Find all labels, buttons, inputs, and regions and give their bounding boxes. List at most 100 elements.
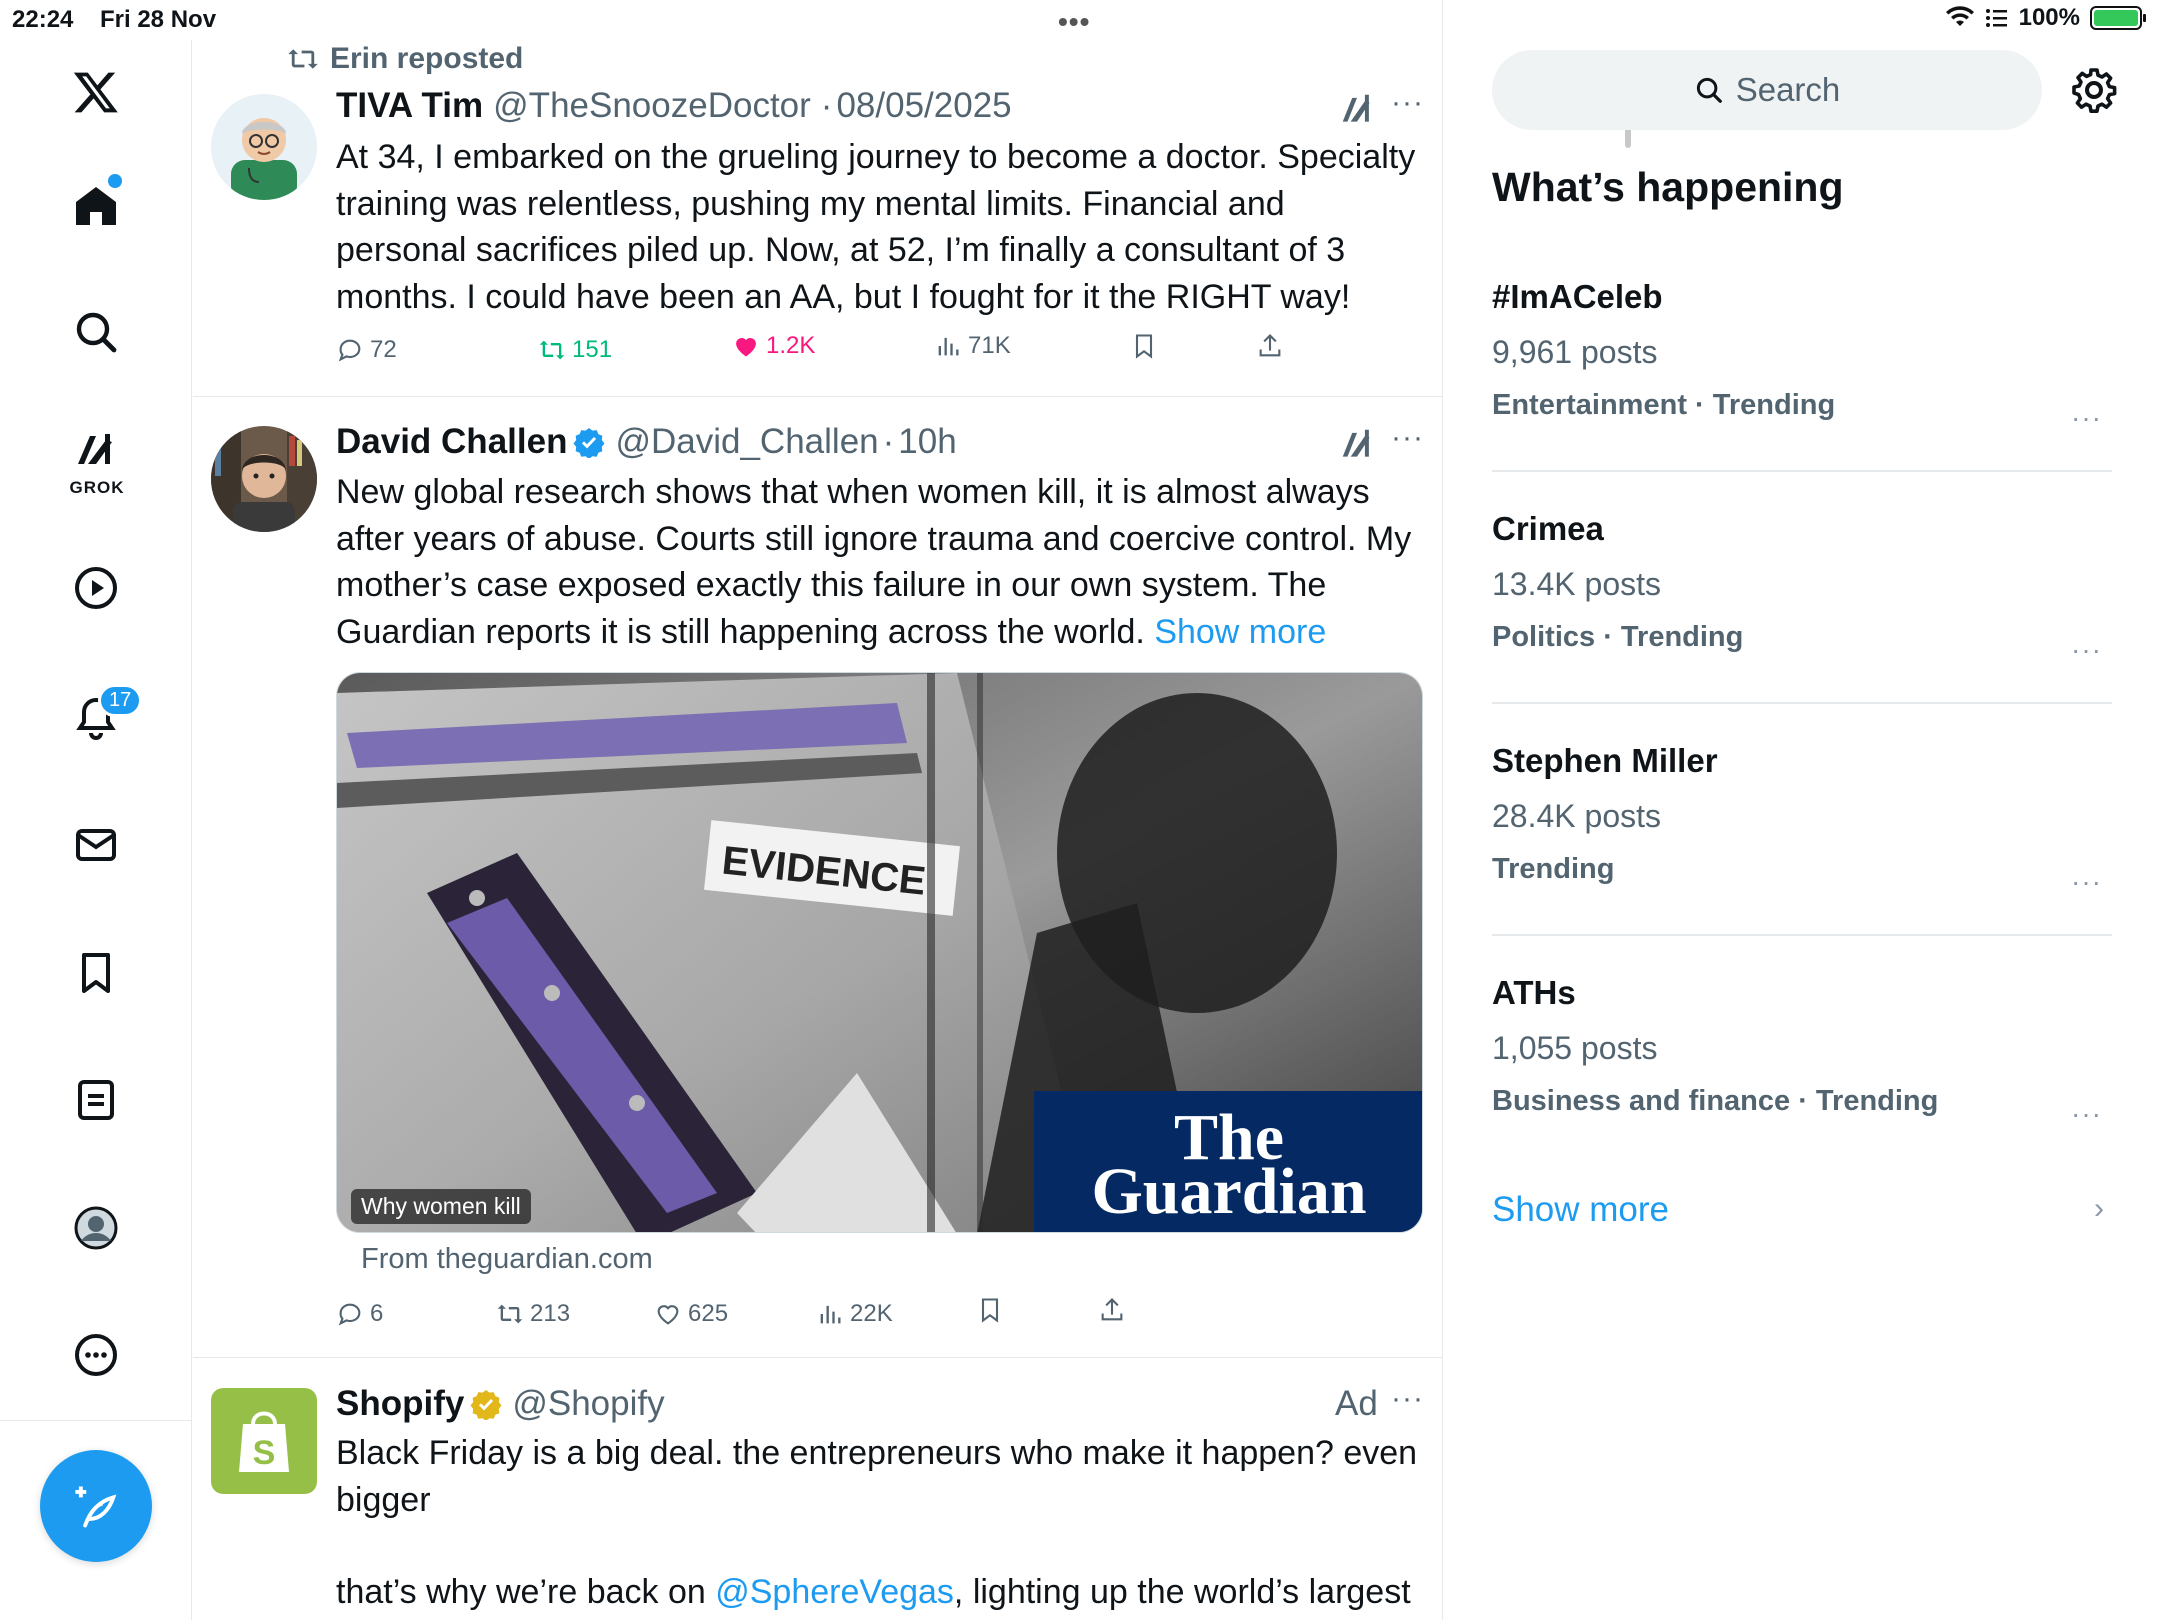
views-button[interactable]: 22K <box>816 1300 893 1328</box>
trend-more-icon[interactable]: ··· <box>2071 866 2102 898</box>
sidebar-title: What’s happening <box>1492 164 1844 210</box>
show-more-link[interactable]: Show more <box>1154 613 1326 651</box>
link-card-image[interactable]: EVIDENCE The Guardian Why women kill <box>336 672 1423 1233</box>
tweet-more-icon[interactable]: ··· <box>1391 1382 1424 1416</box>
trend-posts: 9,961 posts <box>1492 334 1658 370</box>
share-icon <box>1101 1298 1123 1321</box>
mention-link[interactable]: @SphereVegas <box>715 1573 954 1611</box>
share-button[interactable] <box>1256 332 1284 360</box>
lists-icon[interactable] <box>66 1070 126 1130</box>
author-name[interactable]: TIVA Tim <box>336 86 483 126</box>
trend-title: Stephen Miller <box>1492 742 1718 779</box>
reply-icon <box>338 339 361 362</box>
tweet-tiva-tim[interactable]: Erin reposted TIVA Tim @TheSnoozeDoctor … <box>193 0 1443 396</box>
search-icon <box>1696 77 1722 103</box>
tweet-header: Shopify @Shopify <box>336 1384 665 1424</box>
trend-item[interactable]: #ImACeleb 9,961 posts Entertainment · Tr… <box>1492 278 2112 474</box>
grok-explain-icon[interactable] <box>1338 90 1376 128</box>
author-handle[interactable]: @David_Challen <box>615 422 878 462</box>
trend-item[interactable]: ATHs 1,055 posts Business and finance · … <box>1492 974 2112 1170</box>
tweet-time[interactable]: 10h <box>898 422 956 462</box>
bookmark-button[interactable] <box>1130 332 1158 360</box>
repost-text: Erin reposted <box>330 42 524 75</box>
right-sidebar: Search What’s happening #ImACeleb 9,961 … <box>1444 40 2160 1620</box>
battery-icon <box>2090 6 2146 30</box>
tweet-shopify-ad[interactable]: S Shopify @Shopify Ad ··· Black Friday i… <box>193 1358 1443 1620</box>
tweet-actions: 6 213 625 22K <box>336 1298 1336 1340</box>
trend-more-icon[interactable]: ··· <box>2071 402 2102 434</box>
video-icon[interactable] <box>66 558 126 618</box>
link-card-title: Why women kill <box>351 1189 531 1224</box>
trend-item[interactable]: Crimea 13.4K posts Politics · Trending ·… <box>1492 510 2112 706</box>
trend-category: Politics · Trending <box>1492 621 1744 653</box>
share-button[interactable] <box>1098 1296 1126 1324</box>
author-handle[interactable]: @Shopify <box>512 1384 664 1424</box>
tweet-text-line2: that’s why we’re back on @SphereVegas, l… <box>336 1569 1421 1616</box>
repost-count: 213 <box>530 1300 571 1327</box>
trend-more-icon[interactable]: ··· <box>2071 634 2102 666</box>
trend-more-icon[interactable]: ··· <box>2071 1098 2102 1130</box>
status-time: 22:24 <box>12 6 74 33</box>
search-input[interactable]: Search <box>1492 50 2042 130</box>
x-logo-icon[interactable] <box>66 62 126 122</box>
verified-gold-badge-icon <box>470 1390 502 1420</box>
left-nav: GROK 17 <box>0 40 192 1620</box>
repost-button[interactable]: 213 <box>496 1300 570 1328</box>
trend-divider <box>1492 702 2112 704</box>
bookmark-button[interactable] <box>976 1296 1004 1324</box>
chevron-right-icon[interactable]: › <box>2094 1192 2104 1226</box>
repost-icon <box>539 340 565 360</box>
article-image: EVIDENCE The Guardian <box>337 673 1422 1232</box>
focus-list-icon <box>1985 9 2007 27</box>
trend-category: Entertainment · Trending <box>1492 389 1836 421</box>
reply-button[interactable]: 6 <box>336 1300 383 1328</box>
timeline: Erin reposted TIVA Tim @TheSnoozeDoctor … <box>193 0 1631 1620</box>
tweet-header: David Challen @David_Challen · 10h <box>336 422 957 462</box>
trend-item[interactable]: Stephen Miller 28.4K posts Trending ··· <box>1492 742 2112 938</box>
views-button[interactable]: 71K <box>934 332 1011 360</box>
compose-button[interactable] <box>40 1450 152 1562</box>
messages-icon[interactable] <box>66 815 126 875</box>
share-icon <box>1259 334 1281 357</box>
tweet-actions: 72 151 1.2K 71K <box>336 332 1336 376</box>
trend-title: Crimea <box>1492 510 1604 547</box>
search-icon[interactable] <box>66 302 126 362</box>
status-right: 100% <box>1945 4 2146 32</box>
more-icon[interactable] <box>66 1325 126 1385</box>
like-button[interactable]: 1.2K <box>732 332 815 360</box>
separator-dot: · <box>820 86 833 125</box>
grok-explain-icon[interactable] <box>1338 425 1376 463</box>
heart-icon <box>657 1305 679 1325</box>
trend-divider <box>1492 470 2112 472</box>
search-placeholder: Search <box>1735 71 1841 108</box>
trend-divider <box>1492 934 2112 936</box>
separator-dot: · <box>882 422 895 461</box>
tweet-more-icon[interactable]: ··· <box>1391 86 1424 120</box>
tweet-more-icon[interactable]: ··· <box>1391 421 1424 455</box>
settings-gear-icon[interactable] <box>2070 66 2118 114</box>
profile-icon[interactable] <box>66 1198 126 1258</box>
views-icon <box>820 1305 841 1324</box>
avatar-shopify[interactable]: S <box>211 1388 317 1494</box>
avatar-tiva-tim[interactable] <box>211 94 317 200</box>
tweet-time[interactable]: 08/05/2025 <box>836 86 1011 126</box>
repost-icon <box>497 1304 523 1324</box>
grok-label: GROK <box>69 478 125 497</box>
avatar-david-challen[interactable] <box>211 426 317 532</box>
reply-count: 6 <box>370 1300 384 1327</box>
link-source[interactable]: From theguardian.com <box>361 1243 653 1276</box>
trend-title: ATHs <box>1492 974 1576 1011</box>
reply-button[interactable]: 72 <box>336 336 397 364</box>
repost-count: 151 <box>572 336 613 363</box>
repost-button[interactable]: 151 <box>538 336 612 364</box>
trend-category: Business and finance · Trending <box>1492 1085 1939 1117</box>
author-handle[interactable]: @TheSnoozeDoctor <box>493 86 811 126</box>
show-more-trends-link[interactable]: Show more <box>1492 1190 1669 1230</box>
tweet-david-challen[interactable]: David Challen @David_Challen · 10h ··· N… <box>193 397 1443 1357</box>
author-name[interactable]: Shopify <box>336 1384 464 1424</box>
like-button[interactable]: 625 <box>654 1300 728 1328</box>
like-count: 625 <box>688 1300 729 1327</box>
bookmarks-icon[interactable] <box>66 943 126 1003</box>
author-name[interactable]: David Challen <box>336 422 567 462</box>
grok-icon[interactable] <box>66 422 126 482</box>
